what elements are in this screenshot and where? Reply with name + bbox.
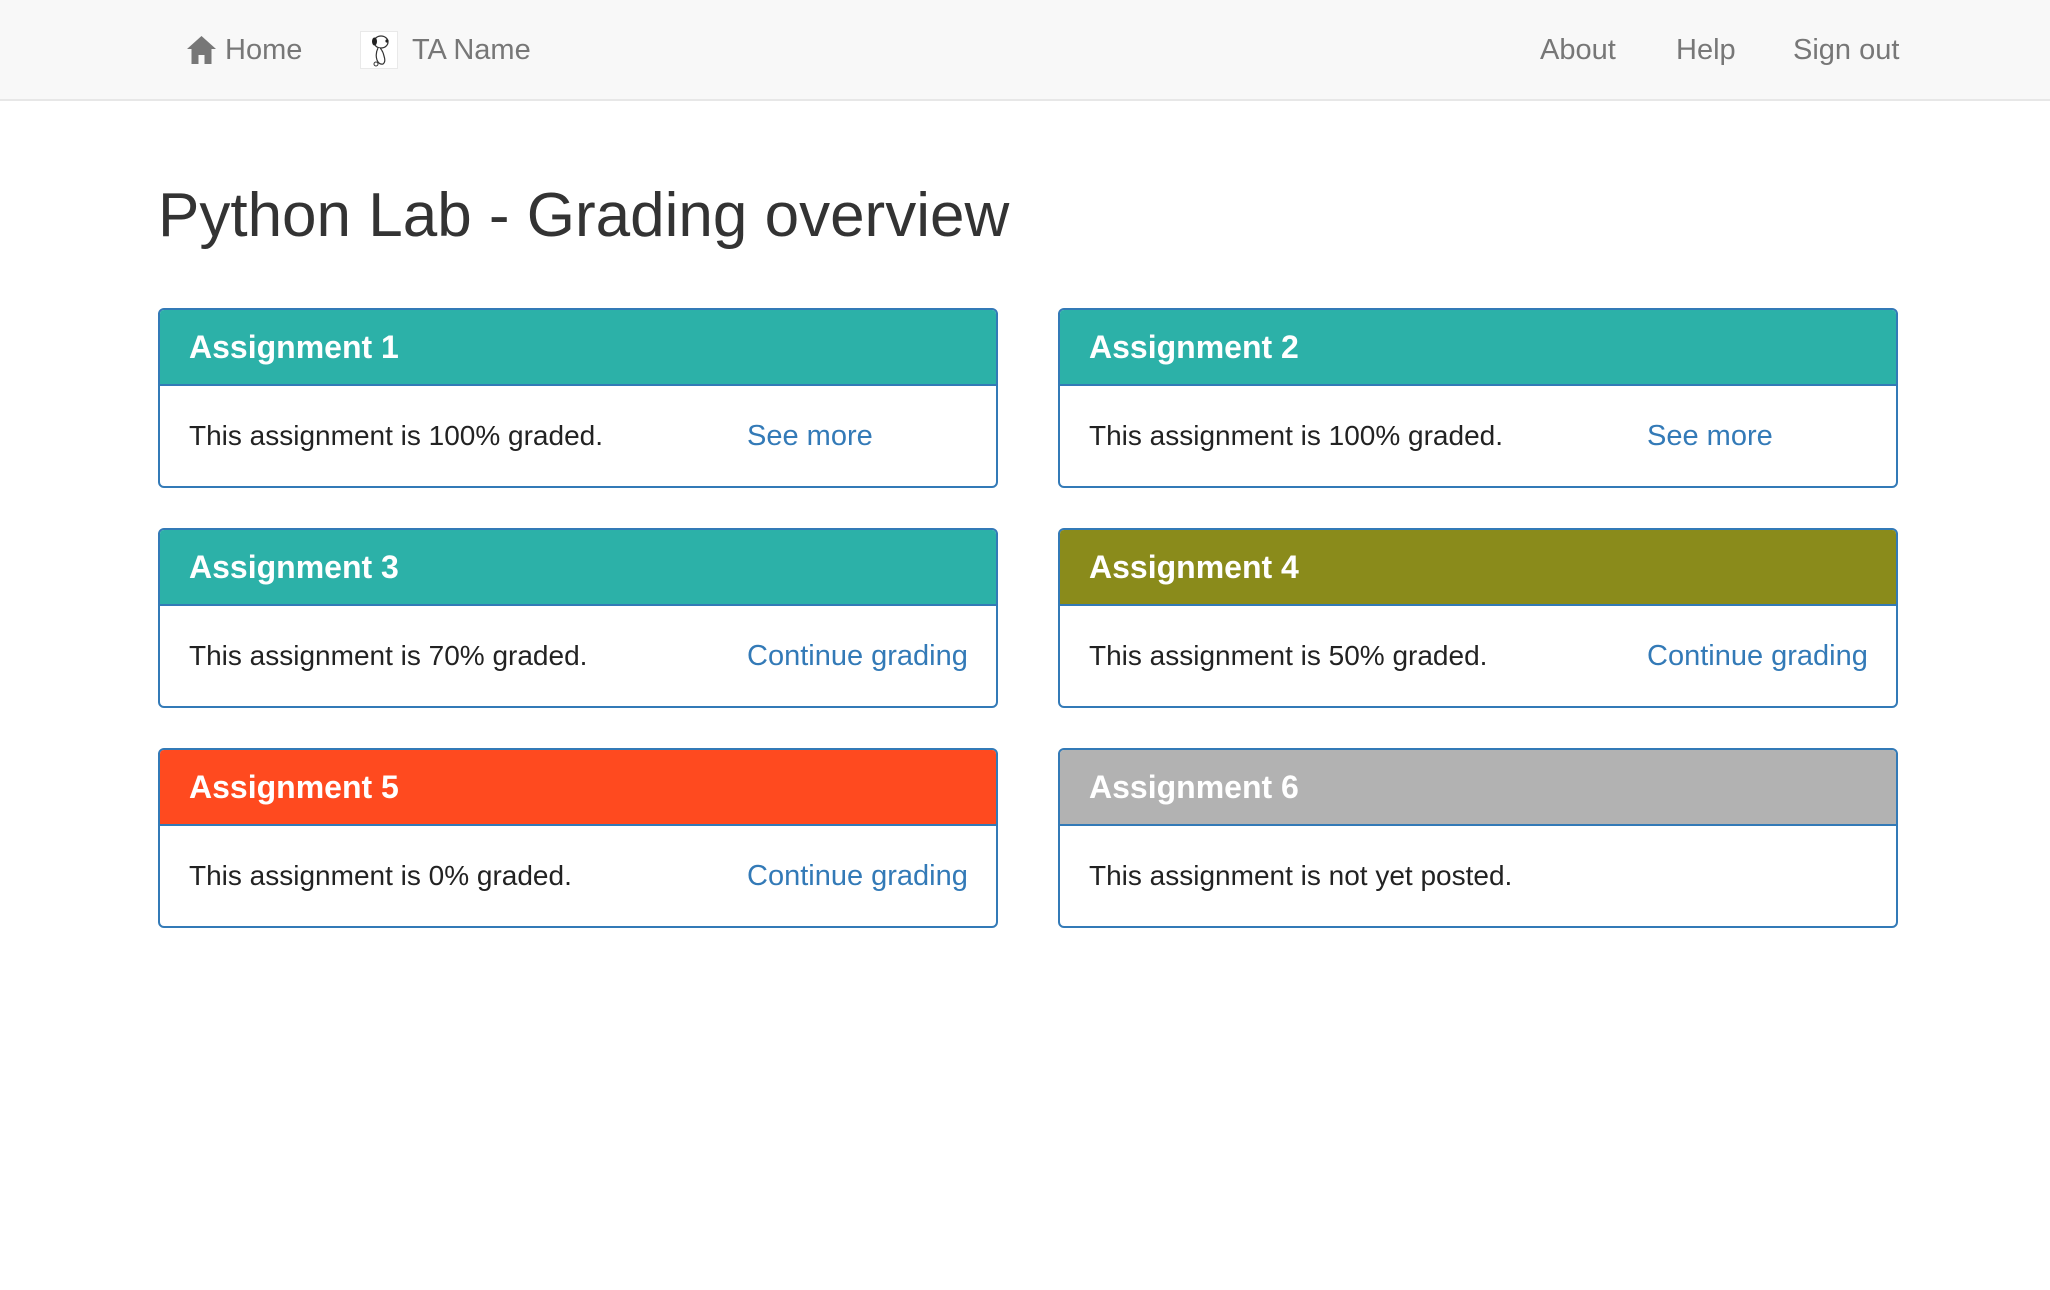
assignment-panel-body: This assignment is 0% graded. Continue g… bbox=[160, 826, 996, 926]
assignment-panel-heading: Assignment 6 bbox=[1060, 750, 1896, 826]
assignment-panel-heading: Assignment 1 bbox=[160, 310, 996, 386]
assignment-status-text: This assignment is 100% graded. bbox=[189, 420, 603, 451]
nav-signout-link[interactable]: Sign out bbox=[1793, 0, 1899, 100]
avatar bbox=[360, 31, 398, 69]
see-more-link[interactable]: See more bbox=[747, 386, 873, 486]
nav-user-label: TA Name bbox=[412, 33, 531, 66]
assignment-title: Assignment 3 bbox=[189, 548, 399, 585]
assignment-panel-body: This assignment is not yet posted. bbox=[1060, 826, 1896, 926]
assignment-status-text: This assignment is not yet posted. bbox=[1089, 860, 1513, 891]
see-more-link[interactable]: See more bbox=[1647, 386, 1773, 486]
assignment-panel-heading: Assignment 5 bbox=[160, 750, 996, 826]
assignment-title: Assignment 1 bbox=[189, 328, 399, 365]
nav-home-link[interactable]: Home bbox=[186, 0, 302, 100]
assignment-status-text: This assignment is 0% graded. bbox=[189, 860, 572, 891]
continue-grading-link[interactable]: Continue grading bbox=[747, 606, 968, 706]
assignment-panel-3: Assignment 3 This assignment is 70% grad… bbox=[158, 528, 998, 708]
nav-home-label: Home bbox=[225, 33, 303, 66]
continue-grading-link[interactable]: Continue grading bbox=[1647, 606, 1868, 706]
assignment-panel-heading: Assignment 2 bbox=[1060, 310, 1896, 386]
page-title: Python Lab - Grading overview bbox=[158, 181, 1010, 250]
nav-about-link[interactable]: About bbox=[1540, 0, 1616, 100]
assignment-panel-heading: Assignment 3 bbox=[160, 530, 996, 606]
nav-help-link[interactable]: Help bbox=[1676, 0, 1736, 100]
assignment-title: Assignment 4 bbox=[1089, 548, 1299, 585]
nav-user-link[interactable]: TA Name bbox=[360, 0, 531, 100]
assignment-panel-1: Assignment 1 This assignment is 100% gra… bbox=[158, 308, 998, 488]
assignment-status-text: This assignment is 50% graded. bbox=[1089, 640, 1488, 671]
assignment-title: Assignment 2 bbox=[1089, 328, 1299, 365]
home-icon bbox=[186, 35, 217, 65]
assignment-panel-body: This assignment is 100% graded. See more bbox=[1060, 386, 1896, 486]
assignment-panel-body: This assignment is 100% graded. See more bbox=[160, 386, 996, 486]
top-navbar: Home TA Name About Help Sign out bbox=[0, 0, 2050, 101]
assignment-status-text: This assignment is 70% graded. bbox=[189, 640, 588, 671]
assignment-panel-body: This assignment is 70% graded. Continue … bbox=[160, 606, 996, 706]
assignment-status-text: This assignment is 100% graded. bbox=[1089, 420, 1503, 451]
assignment-title: Assignment 5 bbox=[189, 768, 399, 805]
assignment-panel-6: Assignment 6 This assignment is not yet … bbox=[1058, 748, 1898, 928]
assignment-panel-body: This assignment is 50% graded. Continue … bbox=[1060, 606, 1896, 706]
assignment-panel-heading: Assignment 4 bbox=[1060, 530, 1896, 606]
continue-grading-link[interactable]: Continue grading bbox=[747, 826, 968, 926]
assignment-panel-2: Assignment 2 This assignment is 100% gra… bbox=[1058, 308, 1898, 488]
assignment-panel-4: Assignment 4 This assignment is 50% grad… bbox=[1058, 528, 1898, 708]
assignment-title: Assignment 6 bbox=[1089, 768, 1299, 805]
assignment-panel-5: Assignment 5 This assignment is 0% grade… bbox=[158, 748, 998, 928]
